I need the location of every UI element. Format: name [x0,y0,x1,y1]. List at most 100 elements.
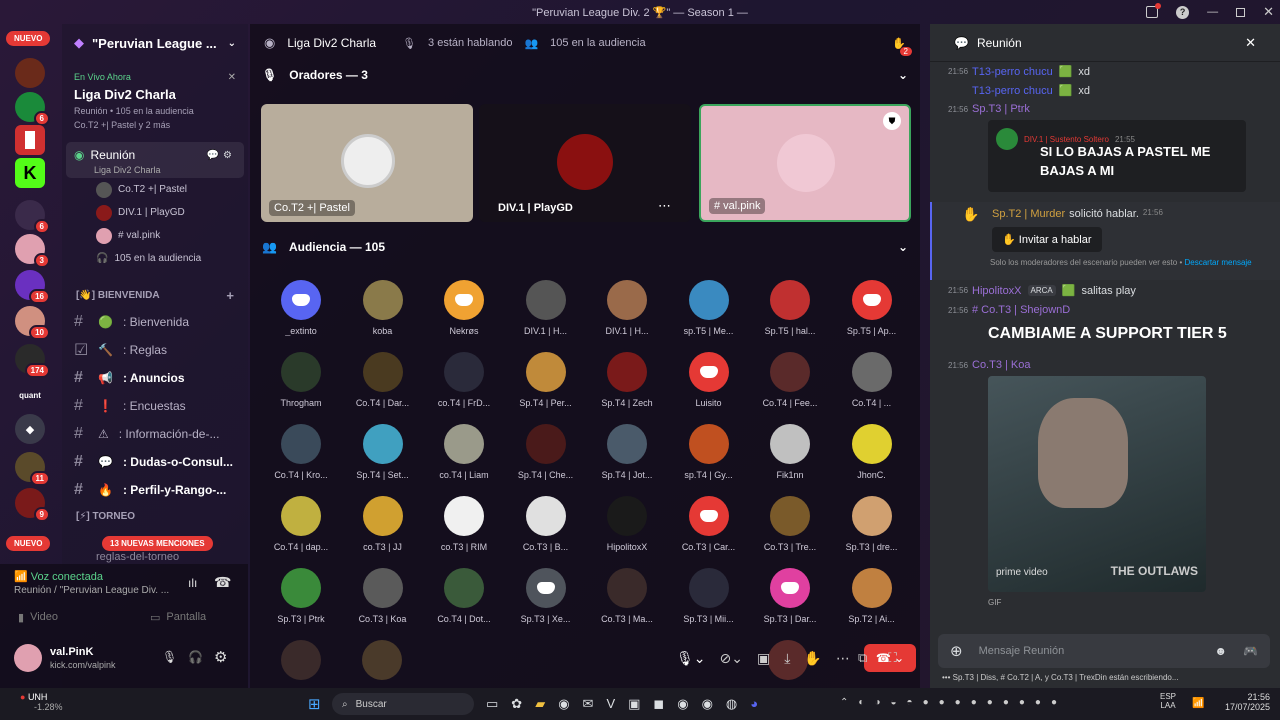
audience-member[interactable]: Co.T4 | Dar... [343,352,423,408]
screen-share-icon[interactable]: ▣ [757,650,770,667]
copilot-icon[interactable]: ✿ [511,696,522,712]
channel-actions-icon[interactable]: 💬⚙ [207,150,236,161]
windows-start-icon[interactable]: ⊞ [308,695,321,713]
tray-icon[interactable]: ● [1035,697,1041,708]
audience-member[interactable]: Sp.T4 | Zech [587,352,667,408]
username[interactable]: Sp.T3 | Ptrk [972,103,1030,115]
chrome-icon[interactable]: ◉ [677,696,688,712]
microphone-icon[interactable]: 🎙 [162,650,177,664]
audience-member[interactable]: _extinto [261,280,341,336]
close-window-icon[interactable]: ✕ [1263,4,1274,20]
headphones-icon[interactable]: 🎧 [188,650,203,664]
audience-avatar[interactable] [281,640,321,680]
microphone-button[interactable]: 🎙⌄ [676,650,706,667]
audience-member[interactable]: Co.T4 | Dot... [424,568,504,624]
audience-member[interactable]: Co.T4 | Fee... [750,352,830,408]
kick-server-icon[interactable]: K [15,158,45,188]
audience-member[interactable]: Throgham [261,352,341,408]
mentions-banner[interactable]: 13 NUEVAS MENCIONES [102,536,213,551]
taskbar-search[interactable]: ⌕ Buscar [332,693,474,715]
audience-member[interactable]: DIV.1 | H... [506,280,586,336]
server-icon[interactable]: 3 [15,234,50,268]
audience-member[interactable]: Sp.T5 | hal... [750,280,830,336]
channel-item[interactable]: ☑ 🔨: Reglas [62,336,248,364]
video-button[interactable]: ▮ Video [18,608,118,626]
audience-section-header[interactable]: 👥 Audiencia — 105 ⌄ [250,234,920,260]
server-icon[interactable]: 9 [15,488,50,522]
audience-member[interactable]: Co.T4 | ... [832,352,912,408]
help-icon[interactable]: ? [1176,5,1190,19]
fullscreen-icon[interactable]: ⛶ [888,650,897,666]
audience-member[interactable]: Sp.T4 | Set... [343,424,423,480]
tray-icon[interactable]: ◑ [874,697,880,708]
wifi-icon[interactable]: 📶 [1192,698,1204,709]
server-icon[interactable]: 174 [15,344,50,378]
speaker-tile[interactable]: ⛊ # val.pink [699,104,911,222]
audience-member[interactable]: Fik1nn [750,424,830,480]
task-view-icon[interactable]: ▭ [486,696,498,712]
inbox-icon[interactable] [1146,3,1162,18]
activity-icon[interactable]: ✋ [804,650,821,667]
speaker-tile[interactable]: DIV.1 | PlayGD ⋯ [479,104,691,222]
server-icon[interactable]: 6 [15,200,50,234]
add-channel-icon[interactable]: + [226,288,234,303]
username[interactable]: # Co.T3 | ShejownD [972,304,1070,316]
audience-member[interactable]: co.T3 | JJ [343,496,423,552]
audience-member[interactable]: DIV.1 | H... [587,280,667,336]
tray-icon[interactable]: ● [955,697,961,708]
audience-member[interactable]: Sp.T3 | Dar... [750,568,830,624]
file-explorer-icon[interactable]: ▰ [535,696,545,712]
audience-member[interactable]: JhonC. [832,424,912,480]
close-icon[interactable]: ✕ [1245,35,1256,51]
tray-icon[interactable]: ● [1003,697,1009,708]
audience-member[interactable]: co.T4 | Liam [424,424,504,480]
gamepad-icon[interactable]: 🎮 [1243,644,1258,658]
audience-member[interactable]: HipolitoxX [587,496,667,552]
noise-icon[interactable]: ılı [188,576,197,590]
tray-icon[interactable]: ◓ [907,697,913,708]
speakers-section-header[interactable]: 🎙 Oradores — 3 ⌄ [250,62,920,88]
steam-icon[interactable]: ◍ [726,696,737,712]
category-bienvenida[interactable]: [👋] BIENVENIDA + [62,282,248,308]
screen-share-button[interactable]: ▭ Pantalla [150,608,250,626]
audience-member[interactable]: Co.T3 | B... [506,496,586,552]
tray-icon[interactable]: ⌃ [840,697,848,708]
dismiss-link[interactable]: Descartar mensaje [1184,258,1251,267]
emoji-picker-icon[interactable]: ☻ [1214,644,1227,658]
audience-member[interactable]: Sp.T2 | Ai... [832,568,912,624]
server-icon[interactable] [15,58,45,88]
popout-icon[interactable]: ⧉ [858,650,867,666]
raised-hand-icon[interactable]: ✋ 2 [892,37,912,56]
more-options-icon[interactable]: ⋯ [836,650,850,667]
app-v-icon[interactable]: V [606,696,615,712]
voice-channel-reunion[interactable]: ◉ Reunión 💬⚙ Liga Div2 Charla [66,142,244,178]
username[interactable]: HipolitoxX [972,285,1022,297]
audience-member[interactable]: co.T4 | FrD... [424,352,504,408]
tray-icon[interactable]: ● [1051,697,1057,708]
server-icon[interactable]: 11 [15,452,50,486]
channel-item[interactable]: # 🟢: Bienvenida [62,308,248,336]
audience-member[interactable]: co.T3 | RIM [424,496,504,552]
category-torneo[interactable]: [⚡] TORNEO [62,506,248,526]
username[interactable]: T13-perro chucu [972,66,1053,78]
invite-to-speak-button[interactable]: ✋ Invitar a hablar [992,227,1102,252]
quoted-message[interactable]: DIV.1 | Sustento Soltero 21:55 SI LO BAJA… [988,120,1246,192]
username[interactable]: T13-perro chucu [972,85,1053,97]
audience-member[interactable]: Co.T4 | dap... [261,496,341,552]
audience-member[interactable]: Sp.T4 | Che... [506,424,586,480]
audience-member[interactable]: Co.T3 | Ma... [587,568,667,624]
server-icon[interactable]: quant [15,380,45,410]
username[interactable]: Co.T3 | Koa [972,359,1031,371]
audience-member[interactable]: sp.T4 | Gy... [669,424,749,480]
server-icon[interactable] [15,125,45,155]
tray-icon[interactable]: ◒ [890,697,896,708]
voice-member[interactable]: # val.pink [62,224,248,247]
audience-member[interactable]: Sp.T3 | Ptrk [261,568,341,624]
audience-member[interactable]: Co.T3 | Koa [343,568,423,624]
audience-avatar[interactable] [362,640,402,680]
audience-member[interactable]: Sp.T5 | Ap... [832,280,912,336]
user-avatar[interactable] [14,644,42,672]
chrome-icon[interactable]: ◉ [702,696,713,712]
username[interactable]: Sp.T2 | Murder [992,208,1065,220]
tray-icon[interactable]: ● [923,697,929,708]
